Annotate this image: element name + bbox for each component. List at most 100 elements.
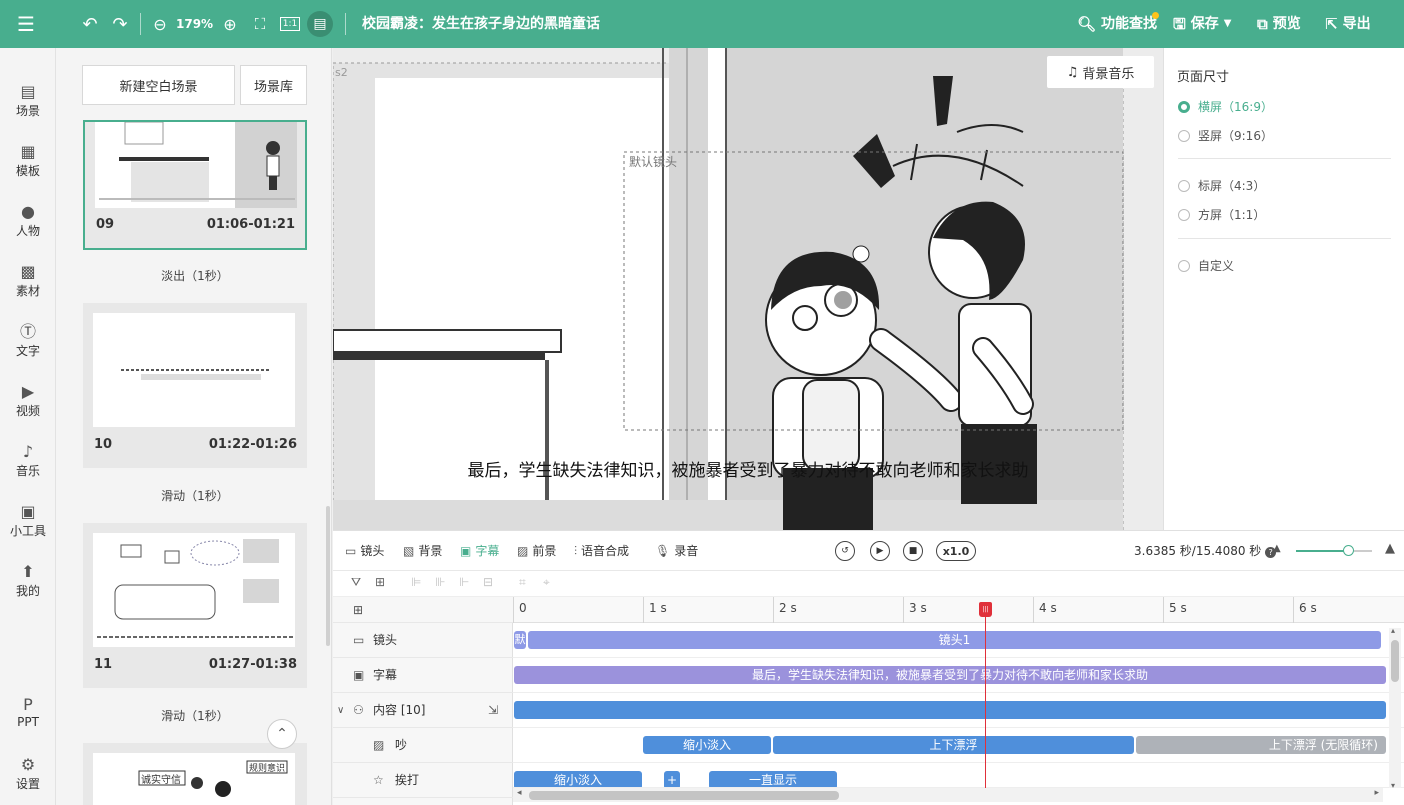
scene-transition-label[interactable]: 滑动（1秒） (83, 487, 307, 504)
actual-size-icon[interactable]: 1:1 (278, 0, 302, 48)
tab-foreground[interactable]: ▨ 前景 (517, 531, 556, 571)
rail-item-text[interactable]: Ⓣ 文字 (0, 322, 56, 359)
export-button[interactable]: ⇱ 导出 (1325, 0, 1371, 48)
clip-default-camera[interactable]: 默 (514, 631, 526, 649)
undo-icon[interactable]: ↶ (78, 0, 102, 48)
page-size-option-1-1[interactable]: 方屏（1:1） (1178, 206, 1265, 223)
page-size-option-4-3[interactable]: 标屏（4:3） (1178, 177, 1265, 194)
play-button[interactable]: ▶ (870, 541, 890, 561)
playback-speed-button[interactable]: x1.0 (936, 541, 976, 561)
rail-item-material[interactable]: ▩ 素材 (0, 262, 56, 299)
rail-item-template[interactable]: ▦ 模板 (0, 142, 56, 179)
time-ruler[interactable]: 0 1 s 2 s 3 s 4 s 5 s 6 s (513, 597, 1404, 623)
zoom-in-mountain-icon[interactable]: ▲ (1385, 541, 1395, 556)
tab-subtitle[interactable]: ▣ 字幕 (460, 531, 499, 571)
track-label-content[interactable]: ∨ ⚇ 内容 [10] ⇲ (333, 693, 513, 728)
zoom-out-mountain-icon[interactable]: ▲ (1273, 543, 1281, 554)
scene-list-scrollbar[interactable] (326, 506, 330, 646)
filter-icon[interactable]: ⛛ (351, 575, 361, 590)
clip-always-show[interactable]: 一直显示 (709, 771, 837, 787)
stop-button[interactable]: ■ (903, 541, 923, 561)
feature-search-button[interactable]: 🔍︎ 功能查找 (1077, 0, 1157, 48)
align-center-icon[interactable]: ⊪ (435, 575, 445, 589)
clip-float[interactable]: 上下漂浮 (773, 736, 1134, 754)
tab-camera[interactable]: ▭ 镜头 (345, 531, 384, 571)
rail-item-scene[interactable]: ▤ 场景 (0, 82, 56, 119)
page-size-option-16-9[interactable]: 横屏（16:9） (1178, 98, 1273, 115)
cascade-icon[interactable]: ⌖ (543, 575, 550, 590)
scroll-up-icon[interactable]: ▴ (1391, 626, 1395, 635)
hierarchy-icon[interactable]: ⊞ (375, 575, 385, 589)
scene-library-button[interactable]: 场景库 (240, 65, 307, 105)
fullscreen-icon[interactable]: ⛶ (248, 0, 272, 48)
save-button[interactable]: 🖫 保存 ▼ (1173, 0, 1231, 48)
scene-card-10[interactable]: 10 01:22-01:26 (83, 303, 307, 468)
clip-subtitle[interactable]: 最后，学生缺失法律知识，被施暴者受到了暴力对待不敢向老师和家长求助 (514, 666, 1386, 684)
scene-transition-label[interactable]: 淡出（1秒） (83, 267, 307, 284)
timeline-horizontal-scrollbar[interactable]: ◂ ▸ (513, 788, 1383, 802)
scroll-down-icon[interactable]: ▾ (1391, 781, 1395, 790)
upload-icon: ⬆ (21, 562, 35, 581)
corner-mark: s2 (335, 66, 348, 79)
scroll-thumb[interactable] (529, 791, 839, 800)
stage-canvas[interactable]: s2 ♫ 背景音乐 默认镜头 最后，学生缺失法律知识，被施暴者受到了暴力对待不敢… (333, 48, 1163, 530)
divider (345, 13, 346, 35)
slider-handle[interactable] (1343, 545, 1354, 556)
clip-camera-1[interactable]: 镜头1 (528, 631, 1381, 649)
rail-item-ppt[interactable]: P PPT (0, 695, 56, 729)
rail-item-person[interactable]: ● 人物 (0, 202, 56, 239)
scene-card-09[interactable]: 09 01:06-01:21 (83, 120, 307, 250)
align-left-icon[interactable]: ⊫ (411, 575, 421, 589)
clip-float-loop[interactable]: 上下漂浮 (无限循环) (1136, 736, 1386, 754)
rail-item-music[interactable]: ♪ 音乐 (0, 442, 56, 479)
distribute-icon[interactable]: ⊟ (483, 575, 493, 589)
grid-toggle-icon[interactable]: ▤ (307, 11, 333, 37)
track-label-hit[interactable]: ☆ 挨打 (333, 763, 513, 798)
timeline-zoom-slider[interactable] (1296, 550, 1348, 552)
menu-icon[interactable]: ☰ (12, 0, 40, 48)
background-music-button[interactable]: ♫ 背景音乐 (1047, 56, 1154, 88)
scroll-thumb[interactable] (1391, 640, 1399, 682)
clip-zoom-fade-in[interactable]: 缩小淡入 (643, 736, 771, 754)
zoom-out-icon[interactable]: ⊖ (148, 0, 172, 48)
tab-tts[interactable]: ⫶ 语音合成 (574, 531, 629, 571)
page-size-option-9-16[interactable]: 竖屏（9:16） (1178, 127, 1273, 144)
new-blank-scene-button[interactable]: 新建空白场景 (82, 65, 235, 105)
preview-button[interactable]: ⧉ 预览 (1257, 0, 1301, 48)
rail-item-video[interactable]: ▶ 视频 (0, 382, 56, 419)
playhead-handle[interactable]: ||| (979, 602, 992, 617)
tab-record[interactable]: 🎙︎ 录音 (655, 531, 698, 571)
clip-zoom-fade-in[interactable]: 缩小淡入 (514, 771, 642, 787)
scroll-right-icon[interactable]: ▸ (1374, 788, 1379, 798)
scene-card-12[interactable]: 诚实守信 规则意识 (83, 743, 307, 805)
video-icon: ▶ (21, 382, 35, 401)
clip-content-group[interactable] (514, 701, 1386, 719)
scene-thumbnail-art (95, 122, 297, 208)
scroll-to-top-button[interactable]: ⌃ (267, 719, 297, 749)
scene-thumbnail (93, 313, 295, 427)
chevron-down-icon[interactable]: ∨ (337, 693, 344, 728)
stagger-icon[interactable]: ⌗ (519, 575, 526, 590)
align-right-icon[interactable]: ⊩ (459, 575, 469, 589)
rail-item-mine[interactable]: ⬆ 我的 (0, 562, 56, 599)
enter-group-icon[interactable]: ⇲ (488, 693, 498, 728)
document-title[interactable]: 校园霸凌：发生在孩子身边的黑暗童话 (362, 0, 600, 48)
scene-card-11[interactable]: 11 01:27-01:38 (83, 523, 307, 688)
subtitle-caption[interactable]: 最后，学生缺失法律知识，被施暴者受到了暴力对待不敢向老师和家长求助 (333, 456, 1163, 481)
replay-button[interactable]: ↺ (835, 541, 855, 561)
rail-item-settings[interactable]: ⚙ 设置 (0, 755, 56, 792)
track-label-subtitle[interactable]: ▣ 字幕 (333, 658, 513, 693)
add-clip-button[interactable]: + (664, 771, 680, 787)
rail-item-toolbox[interactable]: ▣ 小工具 (0, 502, 56, 539)
page-size-option-custom[interactable]: 自定义 (1178, 257, 1234, 274)
tab-background[interactable]: ▧ 背景 (403, 531, 442, 571)
zoom-in-icon[interactable]: ⊕ (218, 0, 242, 48)
scroll-left-icon[interactable]: ◂ (517, 788, 522, 798)
timeline-vertical-scrollbar[interactable]: ▴ ▾ (1389, 626, 1401, 790)
layers-icon[interactable]: ⊞ (353, 597, 363, 623)
track-label-camera[interactable]: ▭ 镜头 (333, 623, 513, 658)
track-label-noise[interactable]: ▨ 吵 (333, 728, 513, 763)
left-rail: ▤ 场景 ▦ 模板 ● 人物 ▩ 素材 Ⓣ 文字 ▶ 视频 ♪ 音乐 ▣ 小工具 ⬆ 我的 P PP… (0, 48, 56, 805)
background-icon: ▧ (403, 544, 415, 558)
redo-icon[interactable]: ↷ (108, 0, 132, 48)
